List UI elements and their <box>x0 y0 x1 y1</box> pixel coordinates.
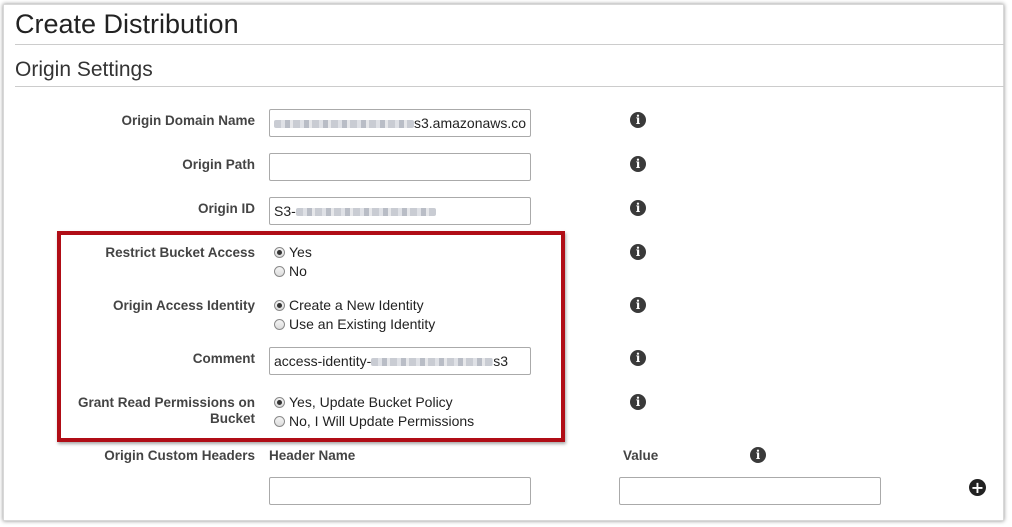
origin-id-label: Origin ID <box>198 201 255 216</box>
info-icon[interactable]: i <box>630 350 646 366</box>
origin-domain-name-value: s3.amazonaws.co <box>414 115 527 131</box>
header-value-input[interactable] <box>619 477 881 505</box>
origin-id-value: S3- <box>274 203 296 219</box>
comment-value-suffix: s3 <box>493 353 509 369</box>
info-icon[interactable]: i <box>750 447 766 463</box>
value-column-label: Value <box>623 448 659 463</box>
distribution-panel <box>3 4 1004 521</box>
grant-read-permissions-label-line1: Grant Read Permissions on <box>77 395 255 410</box>
restrict-bucket-access-yes-option[interactable]: Yes <box>274 243 312 261</box>
origin-path-input[interactable] <box>269 153 531 181</box>
header-name-input[interactable] <box>269 477 531 505</box>
info-icon[interactable]: i <box>630 200 646 216</box>
radio-button-checked[interactable] <box>274 299 285 311</box>
radio-label: Yes, Update Bucket Policy <box>289 394 453 410</box>
restrict-bucket-access-label: Restrict Bucket Access <box>105 245 255 260</box>
page-title: Create Distribution <box>15 9 239 39</box>
origin-domain-name-label: Origin Domain Name <box>121 113 255 128</box>
grant-read-permissions-no-option[interactable]: No, I Will Update Permissions <box>274 412 474 430</box>
radio-button[interactable] <box>274 415 285 427</box>
origin-access-identity-label: Origin Access Identity <box>112 298 255 313</box>
origin-custom-headers-label: Origin Custom Headers <box>104 448 255 463</box>
redacted-text <box>274 120 414 129</box>
divider <box>15 44 1004 45</box>
info-icon[interactable]: i <box>630 394 646 410</box>
section-title: Origin Settings <box>15 58 153 81</box>
radio-button[interactable] <box>274 265 285 277</box>
redacted-text <box>295 208 436 217</box>
origin-access-identity-create-option[interactable]: Create a New Identity <box>274 296 424 314</box>
info-icon[interactable]: i <box>630 244 646 260</box>
grant-read-permissions-label: Grant Read Permissions on Bucket <box>78 395 255 427</box>
info-icon[interactable]: i <box>630 112 646 128</box>
info-icon[interactable]: i <box>630 156 646 172</box>
radio-button-checked[interactable] <box>274 246 285 258</box>
origin-path-label: Origin Path <box>182 157 255 172</box>
comment-label: Comment <box>192 351 255 366</box>
header-name-column-label: Header Name <box>269 448 356 463</box>
plus-circle-icon[interactable]: + <box>969 479 986 496</box>
origin-domain-name-input[interactable]: s3.amazonaws.co <box>269 109 531 137</box>
radio-button[interactable] <box>274 318 285 330</box>
radio-label: No <box>289 263 307 279</box>
radio-label: No, I Will Update Permissions <box>289 413 475 429</box>
comment-value-prefix: access-identity- <box>274 353 372 369</box>
radio-label: Yes <box>289 244 312 260</box>
redacted-text <box>371 358 494 367</box>
comment-input[interactable]: access-identity-s3 <box>269 347 531 375</box>
radio-button-checked[interactable] <box>274 396 285 408</box>
origin-access-identity-existing-option[interactable]: Use an Existing Identity <box>274 315 435 333</box>
divider <box>15 86 1004 87</box>
radio-label: Create a New Identity <box>289 297 424 313</box>
origin-id-input[interactable]: S3- <box>269 197 531 225</box>
grant-read-permissions-label-line2: Bucket <box>209 411 255 426</box>
restrict-bucket-access-no-option[interactable]: No <box>274 262 307 280</box>
grant-read-permissions-yes-option[interactable]: Yes, Update Bucket Policy <box>274 393 453 411</box>
info-icon[interactable]: i <box>630 297 646 313</box>
radio-label: Use an Existing Identity <box>289 316 436 332</box>
